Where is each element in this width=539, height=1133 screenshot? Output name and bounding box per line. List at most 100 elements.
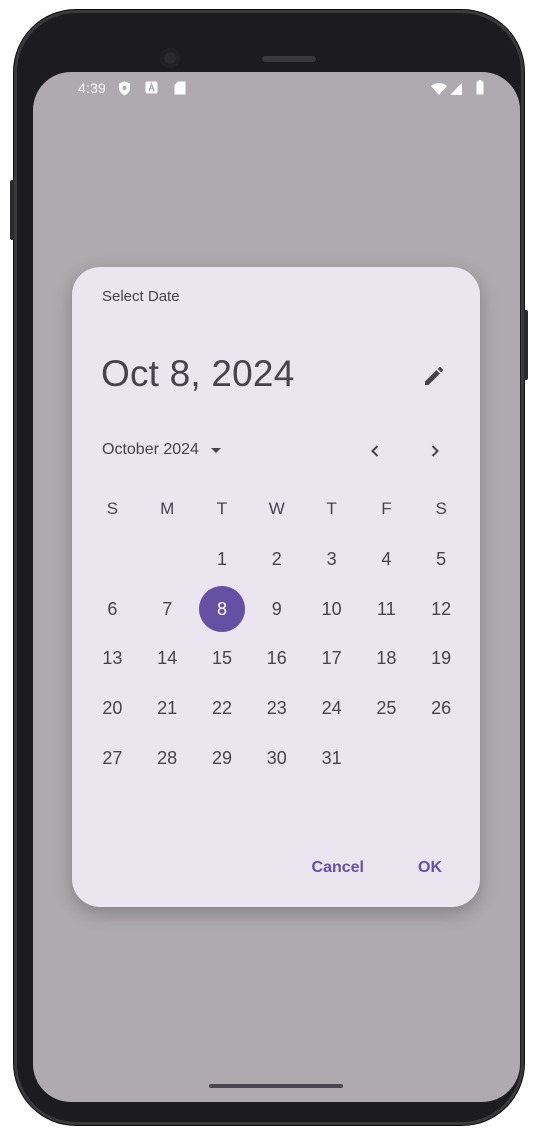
day-number: 7 [162,598,173,619]
earpiece-speaker [262,56,316,62]
day-cell[interactable]: 7 [140,585,195,635]
day-cell[interactable]: 19 [414,634,469,684]
day-cell[interactable]: 14 [140,634,195,684]
day-cell[interactable]: 29 [195,733,250,783]
day-number: 18 [376,648,397,669]
day-number: 19 [431,648,452,669]
next-month-button[interactable] [419,435,451,467]
day-number: 26 [431,698,452,719]
day-cell[interactable]: 15 [195,634,250,684]
day-cell[interactable]: 4 [359,535,414,585]
signal-icon [450,82,462,98]
weekday-label: S [106,499,119,518]
chevron-right-icon [431,445,439,457]
day-number: 30 [266,747,287,768]
day-number: 3 [326,549,337,570]
day-number: 6 [107,598,118,619]
dialog-actions: Cancel OK [312,859,442,877]
day-cell[interactable]: 12 [414,585,469,635]
previous-month-button[interactable] [359,435,391,467]
status-bar: 4:39 [33,72,520,106]
weekday-label: F [381,499,392,518]
day-cell[interactable]: 24 [304,684,359,734]
day-number: 2 [271,549,282,570]
day-number: 29 [211,747,232,768]
day-cell[interactable]: 1 [195,535,250,585]
day-cell[interactable]: 17 [304,634,359,684]
day-cell[interactable]: 21 [140,684,195,734]
day-cell[interactable]: 31 [304,733,359,783]
weekday-label: M [160,499,175,518]
day-cell[interactable]: 30 [249,733,304,783]
day-cell[interactable]: 10 [304,585,359,635]
gesture-home-bar[interactable] [209,1084,343,1088]
day-cell[interactable]: 23 [249,684,304,734]
weekday-label: S [435,499,447,518]
day-number: 23 [266,698,287,719]
day-number: 22 [211,698,232,719]
day-cell[interactable]: 3 [304,535,359,585]
shield-icon [118,81,131,99]
day-number: 12 [431,598,452,619]
day-cell[interactable]: 11 [359,585,414,635]
day-number: 4 [381,549,392,570]
day-cell-selected[interactable]: 8 [195,585,250,635]
battery-icon [476,80,484,98]
day-cell[interactable]: 13 [85,634,140,684]
empty-day-cell [140,535,195,585]
day-cell[interactable]: 2 [249,535,304,585]
day-cell[interactable]: 28 [140,733,195,783]
month-year-label: October 2024 [102,441,199,458]
day-number: 28 [157,747,178,768]
day-cell[interactable]: 16 [249,634,304,684]
status-time: 4:39 [78,80,107,96]
day-number: 27 [102,747,123,768]
empty-day-cell [85,535,140,585]
day-cell[interactable]: 9 [249,585,304,635]
day-cell[interactable]: 18 [359,634,414,684]
weekday-label: T [326,499,337,518]
day-cell[interactable]: 20 [85,684,140,734]
dropdown-arrow-icon [210,447,221,453]
ok-button[interactable]: OK [418,859,442,877]
screen: 4:39 Select Date Oct 8, 2024 October 202… [33,72,520,1102]
day-number: 25 [376,698,397,719]
day-cell[interactable]: 25 [359,684,414,734]
date-picker-dialog: Select Date Oct 8, 2024 October 2024 S M T… [72,267,480,907]
day-number: 17 [321,648,342,669]
day-number: 14 [157,648,178,669]
day-number: 16 [266,648,287,669]
day-number: 20 [102,698,123,719]
day-cell[interactable]: 22 [195,684,250,734]
day-number: 9 [271,598,282,619]
day-number: 31 [321,747,342,768]
day-number: 13 [102,648,123,669]
weekday-header: SMTWTFS [85,499,469,519]
day-number: 8 [216,598,227,619]
day-number: 1 [216,549,227,570]
dialog-headline: Select Date [102,288,180,305]
sd-card-icon [174,81,186,98]
day-number: 11 [377,598,396,619]
power-button [524,310,528,380]
day-number: 5 [436,549,447,570]
day-number: 24 [321,698,342,719]
selected-date-display: Oct 8, 2024 [101,353,295,394]
month-year-dropdown[interactable]: October 2024 [102,441,221,459]
pencil-icon[interactable] [419,359,451,391]
volume-button [10,180,14,240]
day-cell[interactable]: 6 [85,585,140,635]
day-number: 10 [321,598,342,619]
wifi-icon [431,82,447,98]
calendar-grid: 1 2 3 4 5 6 7 8 9 10 11 12 13 14 15 16 17 18 19 20 21 22 23 24 2… [85,535,469,783]
weekday-label: W [268,499,285,518]
a-icon [145,81,158,97]
day-number: 15 [211,648,232,669]
day-cell[interactable]: 5 [414,535,469,585]
front-camera [160,48,180,68]
cancel-button[interactable]: Cancel [312,859,364,877]
weekday-label: T [216,499,228,518]
chevron-left-icon [371,445,379,457]
day-cell[interactable]: 26 [414,684,469,734]
day-cell[interactable]: 27 [85,733,140,783]
